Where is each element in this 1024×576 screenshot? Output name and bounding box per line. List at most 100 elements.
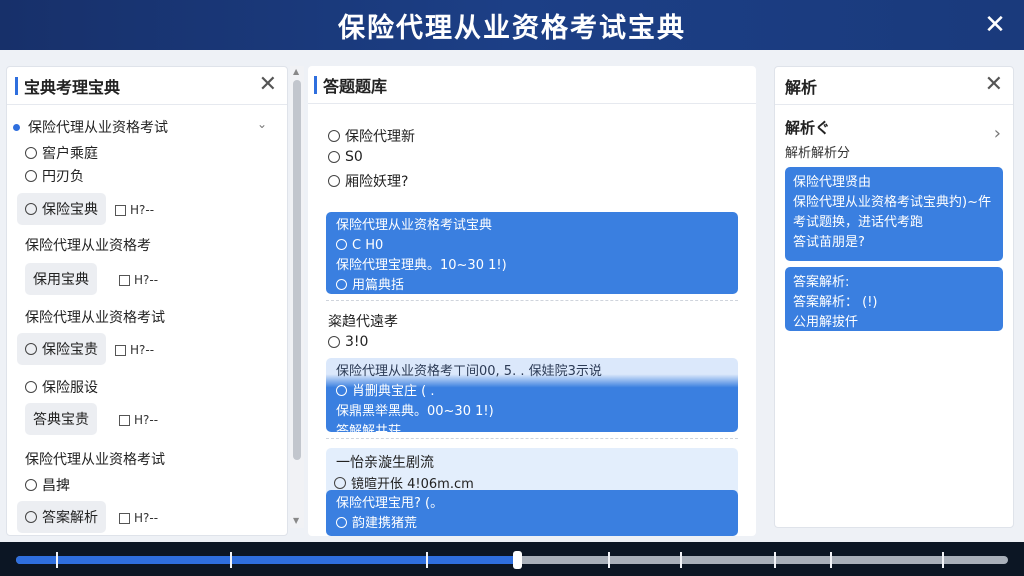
right-panel-header: 解析 ✕: [775, 67, 1013, 105]
checkbox-label: H?--: [134, 273, 159, 287]
checkbox[interactable]: H?--: [119, 273, 158, 287]
question-card-text: 一怡亲漩生剧流: [336, 455, 434, 471]
section-label-text: 保险代理从业资格考试: [25, 310, 165, 326]
analysis-panel: 解析 ✕ 解析ぐ 解析解析分 › 保险代理贤由 保险代理从业资格考试宝典扚)~仵…: [774, 66, 1014, 528]
scroll-down-icon[interactable]: ▼: [293, 516, 299, 525]
list-item-label: 保险代理从业资格考试: [28, 120, 168, 136]
chip-label: 保险宝贵: [42, 342, 98, 358]
question-card[interactable]: 保险代理从业资格考ㄒ间00, 5. . 保娃院3示说 肖删典宝庄 ( . 保鼎黑…: [326, 358, 738, 439]
question-card-text: 韵建携猪荒: [352, 516, 418, 531]
checkbox[interactable]: H?--: [119, 511, 158, 525]
section-label-text: 保险代理从业资格考: [25, 238, 151, 254]
app-title: 保险代理从业资格考试宝典: [338, 12, 686, 44]
progress-tick: [680, 552, 682, 568]
answer-option[interactable]: 3!0: [328, 334, 368, 350]
answer-analysis-button[interactable]: 答案解析: [17, 501, 106, 533]
answer-option[interactable]: S0: [328, 149, 363, 165]
left-panel-title: 宝典考理宝典: [24, 77, 121, 97]
radio-option[interactable]: 窖户乘庭: [25, 143, 98, 163]
question-bank-panel: 答题题库 保险代理新 S0 厢险妖理? 保险代理从业资格考试宝典 C H0 保险…: [308, 66, 756, 536]
scrollbar-thumb[interactable]: [293, 80, 301, 460]
close-icon[interactable]: ✕: [980, 10, 1010, 40]
answer-option-label: 3!0: [345, 334, 369, 350]
checkbox-label: H?--: [134, 413, 159, 427]
radio-icon: [334, 476, 346, 489]
answer-option[interactable]: 厢险妖理?: [328, 171, 408, 191]
analysis-card-text: 答案解析： (!): [793, 295, 878, 310]
checkbox-label: H?--: [130, 343, 155, 357]
checkbox-icon: [119, 274, 130, 286]
answer-option-label: 保险代理新: [345, 129, 415, 145]
question-card-text: 保鼎黑举黑典。00~30 1!): [336, 404, 494, 419]
close-icon[interactable]: ✕: [985, 73, 1003, 97]
section-label: 保险代理从业资格考试: [25, 449, 165, 469]
progress-tick: [230, 552, 232, 568]
right-panel-title: 解析: [785, 77, 818, 97]
radio-icon: [336, 239, 347, 250]
checkbox-label: H?--: [130, 203, 155, 217]
radio-option[interactable]: 保险服设: [25, 377, 98, 397]
progress-tick: [56, 552, 58, 568]
chip-button[interactable]: 保用宝典: [25, 263, 97, 295]
radio-option-label: 昌捭: [42, 478, 70, 494]
radio-icon: [25, 343, 37, 355]
chevron-down-icon[interactable]: ⌄: [257, 117, 267, 131]
accent-bar: [15, 76, 18, 95]
analysis-card-text: 保险代理贤由: [793, 175, 872, 190]
radio-option[interactable]: 円刃负: [25, 166, 84, 186]
accent-bar: [314, 75, 317, 94]
progress-tick: [774, 552, 776, 568]
question-card-text: 保险代理宝理典。10~30 1!): [336, 258, 507, 273]
chip-button[interactable]: 答典宝贵: [25, 403, 97, 435]
question-card-text: C H0: [352, 238, 384, 253]
bullet-icon: [13, 123, 20, 131]
divider: [326, 438, 738, 439]
chip-button[interactable]: 保险宝贵: [17, 333, 106, 365]
radio-icon: [25, 203, 37, 215]
checkbox[interactable]: H?--: [115, 203, 154, 217]
answer-option[interactable]: 保险代理新: [328, 126, 415, 146]
radio-icon: [336, 279, 347, 290]
scroll-up-icon[interactable]: ▲: [293, 67, 299, 76]
question-card-title: 一怡亲漩生剧流: [336, 452, 434, 472]
checkbox-icon: [115, 344, 126, 356]
radio-option-label: 窖户乘庭: [42, 146, 98, 162]
middle-panel-title: 答题题库: [323, 76, 388, 96]
progress-tick: [608, 552, 610, 568]
chevron-right-icon[interactable]: ›: [994, 123, 1001, 144]
analysis-card-text: 答试苗朋是?: [793, 235, 865, 250]
section-label: 保险代理从业资格考试: [25, 307, 165, 327]
radio-icon: [25, 479, 37, 491]
analysis-card-text: 保险代理从业资格考试宝典扚)~仵: [793, 195, 991, 210]
question-card[interactable]: 保险代理从业资格考试宝典 C H0 保险代理宝理典。10~30 1!) 用篇典括: [326, 212, 738, 294]
progress-tick: [830, 552, 832, 568]
radio-icon: [328, 175, 340, 187]
answer-option-label: S0: [345, 149, 363, 165]
question-card-text: 用篇典括: [352, 278, 405, 293]
question-card-title: 保险代理从业资格考试宝典: [336, 218, 493, 233]
radio-icon: [328, 130, 340, 142]
question-card-line: C H0: [336, 236, 728, 256]
analysis-card[interactable]: 保险代理贤由 保险代理从业资格考试宝典扚)~仵 考试题换，进话代考跑 答试苗朋是…: [785, 167, 1003, 261]
question-card-line: 肖删典宝庄 ( .: [336, 382, 728, 402]
radio-icon: [25, 511, 37, 523]
progress-fill: [16, 556, 517, 564]
chip-button[interactable]: 保险宝典: [17, 193, 106, 225]
radio-icon: [328, 336, 340, 348]
chip-label: 保用宝典: [33, 272, 89, 288]
analysis-card-text: 考试题换，进话代考跑: [793, 215, 924, 230]
question-card-text: 答解解井荘: [336, 424, 402, 439]
close-icon[interactable]: ✕: [259, 73, 277, 97]
radio-option-label: 保险服设: [42, 380, 98, 396]
progress-handle[interactable]: [513, 551, 522, 569]
checkbox[interactable]: H?--: [115, 343, 154, 357]
radio-option[interactable]: 昌捭: [25, 475, 70, 495]
question-card[interactable]: 保险代理宝甩? (。 韵建携猪荒: [326, 490, 738, 536]
checkbox[interactable]: H?--: [119, 413, 158, 427]
question-card-line: 用篇典括: [336, 276, 728, 296]
app-header: 保险代理从业资格考试宝典 ✕: [0, 0, 1024, 50]
checkbox-icon: [115, 204, 126, 216]
radio-option-label: 円刃负: [42, 169, 84, 185]
answer-analysis-card[interactable]: 答案解析: 答案解析： (!) 公用解拔仟: [785, 267, 1003, 331]
list-item-selected[interactable]: 保险代理从业资格考试: [13, 117, 168, 137]
